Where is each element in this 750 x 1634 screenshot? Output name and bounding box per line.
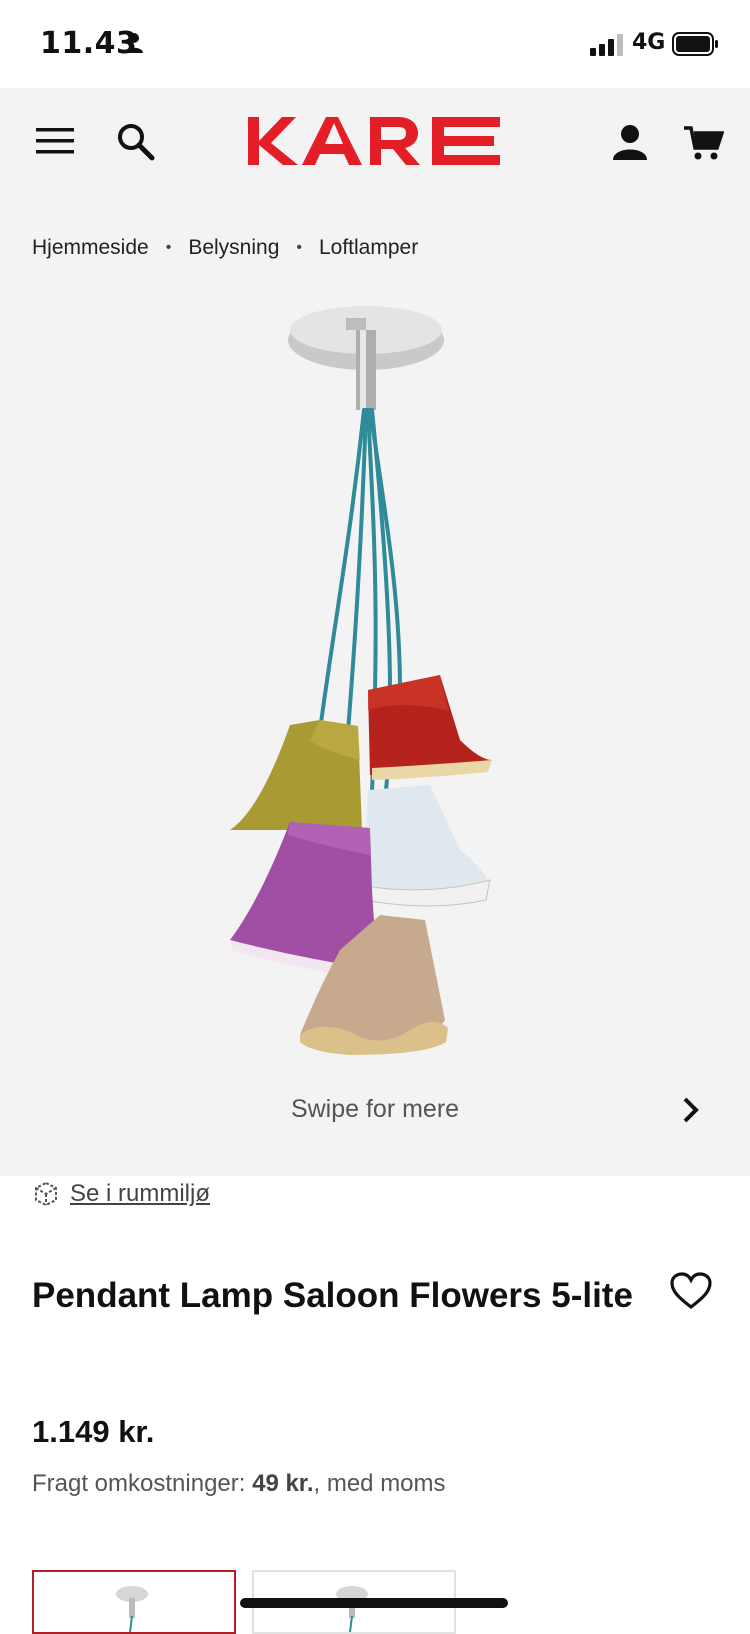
swipe-hint: Swipe for mere bbox=[290, 1095, 460, 1123]
breadcrumb: Hjemmeside • Belysning • Loftlamper bbox=[32, 236, 418, 260]
thumbnail-image bbox=[116, 1586, 148, 1632]
account-icon[interactable] bbox=[612, 124, 648, 160]
breadcrumb-ceiling-lamps[interactable]: Loftlamper bbox=[319, 236, 418, 260]
home-indicator[interactable] bbox=[240, 1598, 508, 1608]
heart-icon[interactable] bbox=[670, 1272, 712, 1310]
breadcrumb-home[interactable]: Hjemmeside bbox=[32, 236, 149, 260]
room-view-icon bbox=[35, 1181, 57, 1207]
battery-icon bbox=[672, 32, 718, 56]
breadcrumb-separator: • bbox=[165, 239, 172, 256]
shipping-amount: 49 kr. bbox=[252, 1470, 314, 1497]
search-icon[interactable] bbox=[116, 122, 156, 162]
kare-logo[interactable] bbox=[248, 117, 502, 167]
shipping-prefix: Fragt omkostninger: bbox=[32, 1470, 253, 1497]
product-title: Pendant Lamp Saloon Flowers 5-lite bbox=[32, 1276, 633, 1315]
network-label: 4G bbox=[632, 30, 666, 55]
product-image[interactable] bbox=[200, 290, 540, 1100]
chevron-right-icon[interactable] bbox=[680, 1095, 702, 1125]
breadcrumb-lighting[interactable]: Belysning bbox=[188, 236, 279, 260]
breadcrumb-separator: • bbox=[296, 239, 302, 256]
signal-icon bbox=[590, 34, 623, 56]
thumbnail-1[interactable] bbox=[32, 1570, 236, 1634]
shipping-suffix: , med moms bbox=[313, 1470, 446, 1497]
room-view-label[interactable]: Se i rummiljø bbox=[70, 1180, 210, 1208]
person-icon bbox=[125, 33, 143, 53]
status-bar: 11.43 4G bbox=[0, 0, 750, 88]
cart-icon[interactable] bbox=[684, 126, 724, 162]
shipping-info: Fragt omkostninger: 49 kr., med moms bbox=[32, 1470, 446, 1498]
menu-icon[interactable] bbox=[36, 126, 76, 156]
status-time: 11.43 bbox=[40, 26, 138, 61]
room-view-link[interactable]: Se i rummiljø bbox=[32, 1180, 210, 1208]
product-price: 1.149 kr. bbox=[32, 1414, 155, 1449]
